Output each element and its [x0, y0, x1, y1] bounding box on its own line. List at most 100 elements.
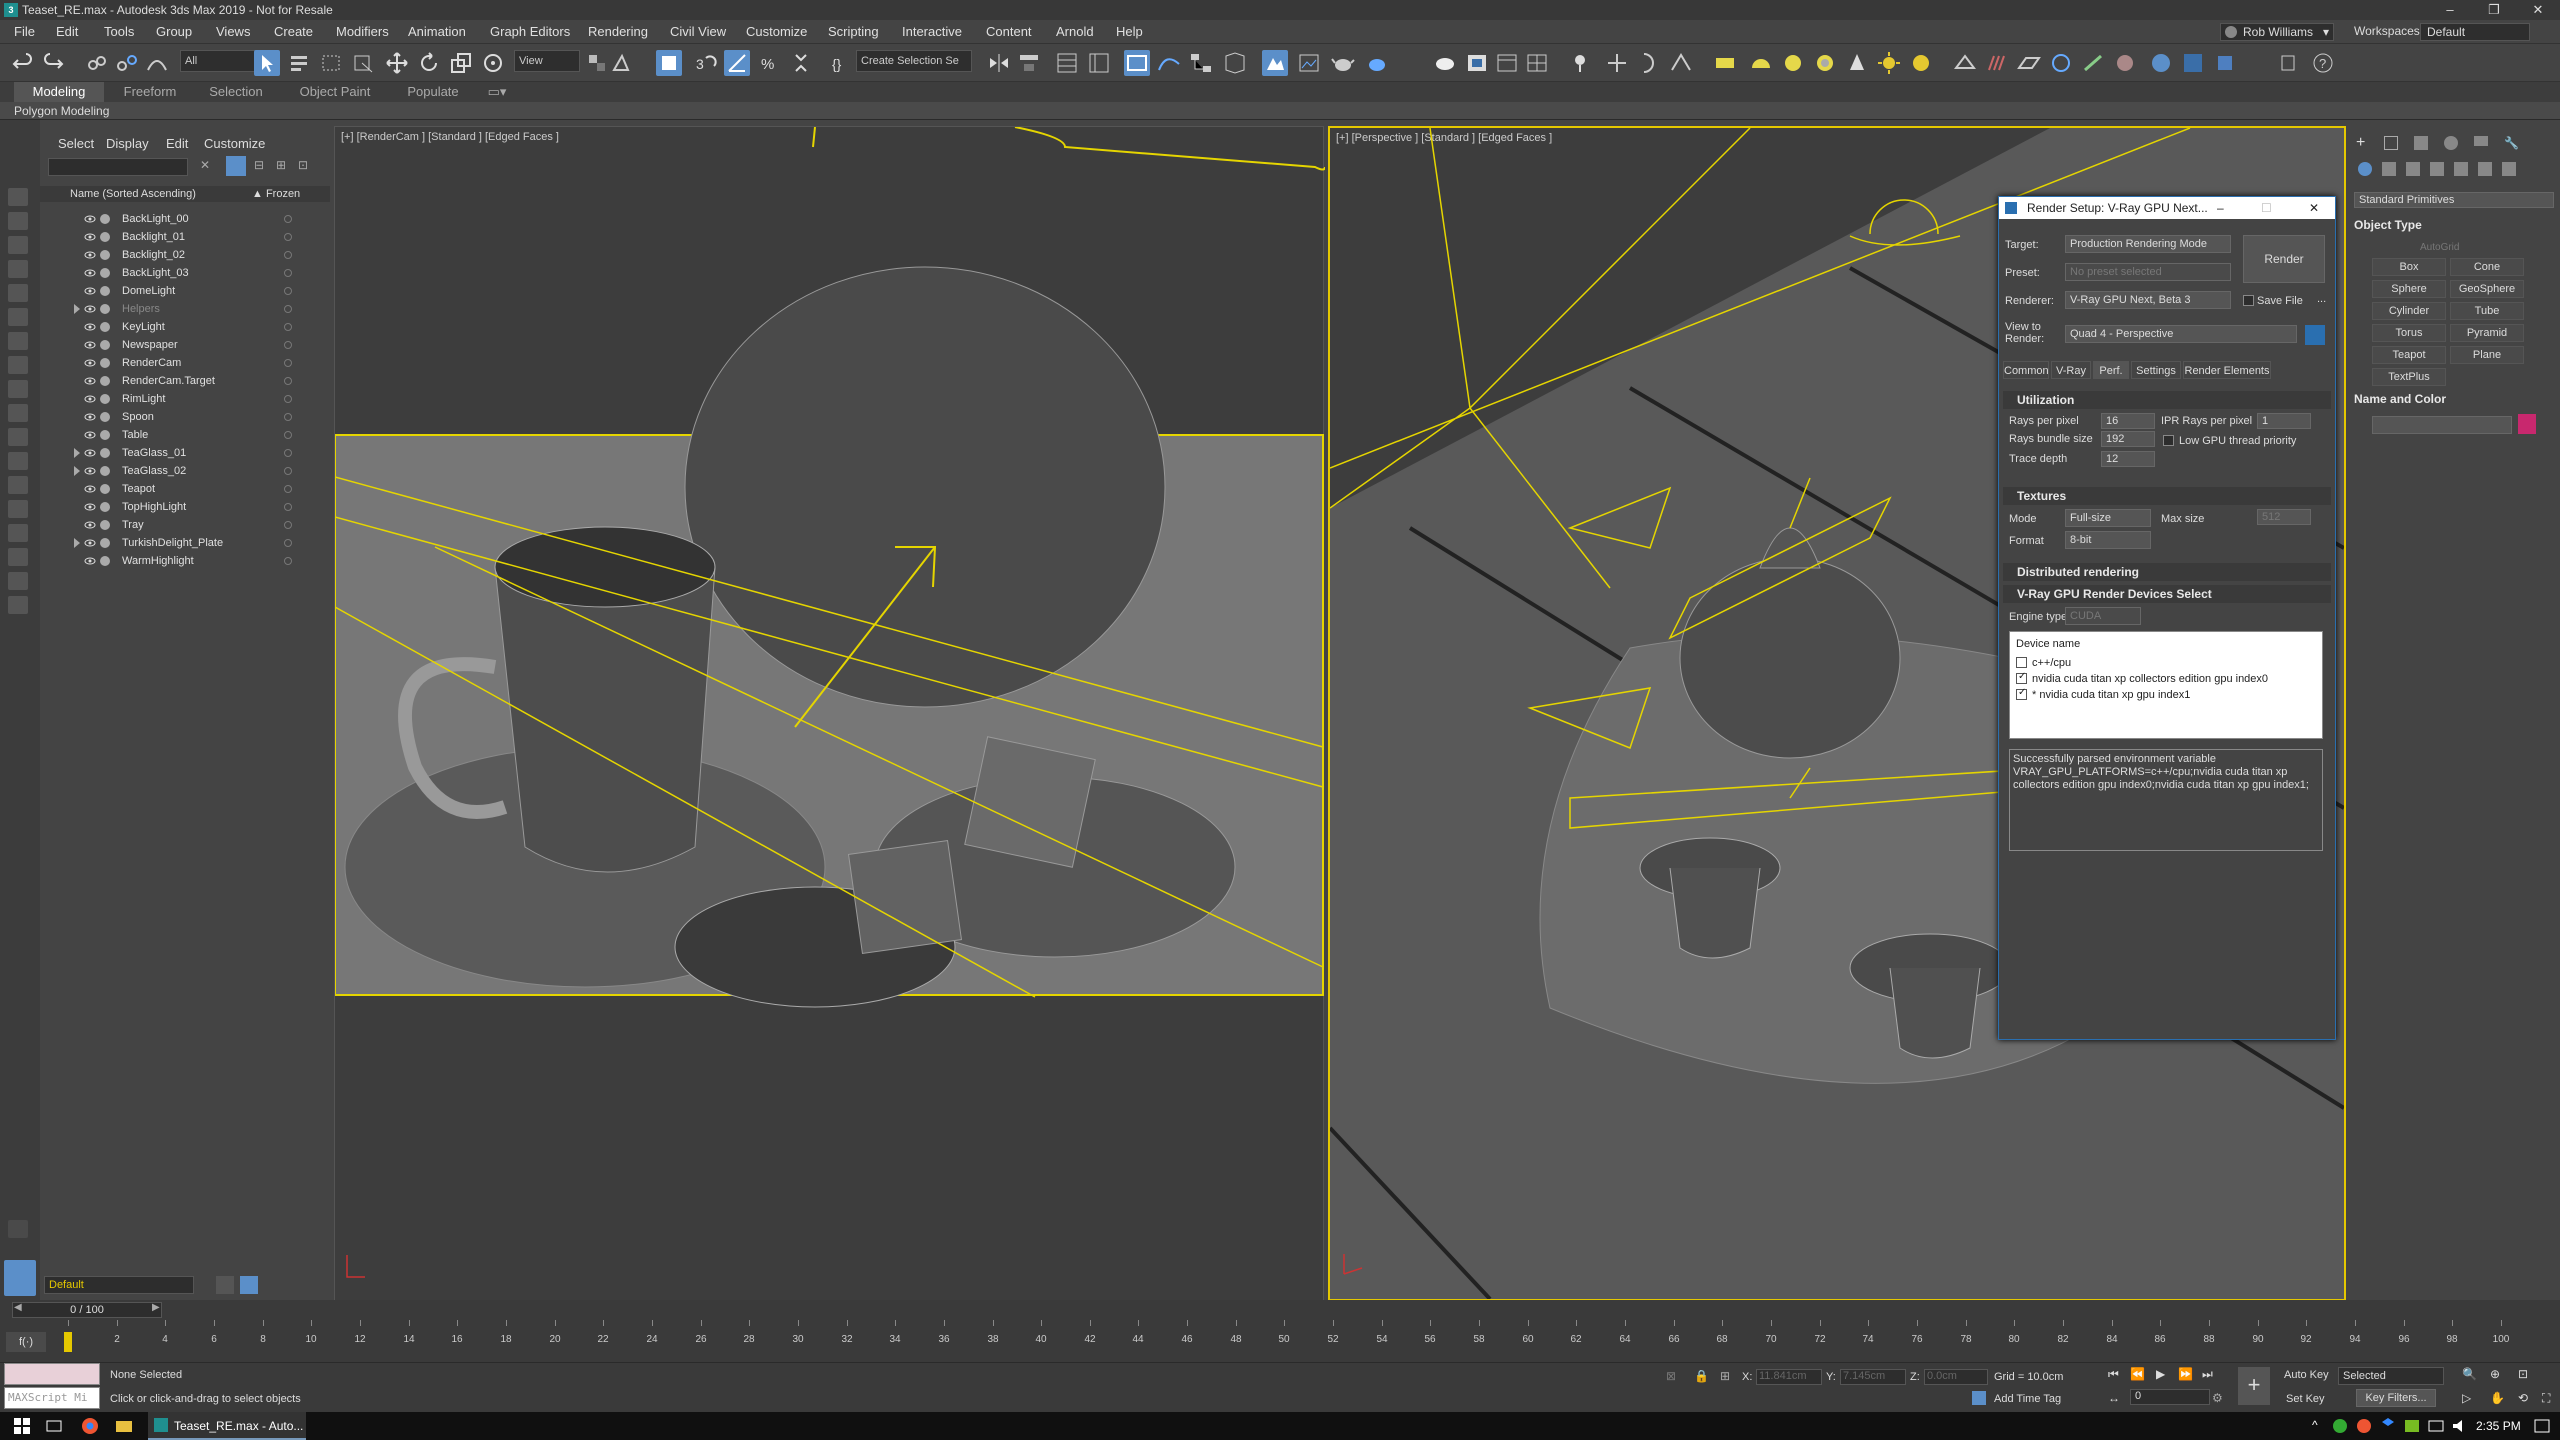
vray-render-icon[interactable]	[1464, 50, 1490, 76]
utilization-rollout[interactable]: Utilization	[2003, 391, 2331, 409]
render-production-teapot-icon[interactable]	[1330, 50, 1356, 76]
dialog-minimize-button[interactable]: –	[2217, 197, 2224, 219]
bind-space-warp-icon[interactable]	[144, 50, 170, 76]
menu-content[interactable]: Content	[986, 24, 1032, 39]
maxscript-listener-top[interactable]	[4, 1363, 100, 1385]
spinner-snap-icon[interactable]	[788, 50, 814, 76]
rendered-frame-window-icon[interactable]	[1296, 50, 1322, 76]
vray-icon-7[interactable]	[1668, 50, 1694, 76]
freeze-toggle-icon[interactable]	[284, 557, 292, 565]
menu-graph-editors[interactable]: Graph Editors	[490, 24, 570, 39]
invert-display-icon[interactable]	[8, 548, 28, 566]
geosphere-button[interactable]: GeoSphere	[2450, 280, 2524, 298]
expand-arrow-icon[interactable]	[74, 448, 80, 458]
percent-snap-icon[interactable]: %	[756, 50, 782, 76]
key-selection-dropdown[interactable]: Selected	[2338, 1367, 2444, 1385]
vray-mesh-export-icon[interactable]	[2048, 50, 2074, 76]
vray-plane-icon[interactable]	[2016, 50, 2042, 76]
visibility-eye-icon[interactable]	[84, 538, 96, 548]
lock-icon[interactable]: ⊟	[254, 158, 264, 172]
zoom-all-icon[interactable]: ⊕	[2490, 1367, 2500, 1381]
curve-editor-mini-icon[interactable]: f(·)	[6, 1332, 46, 1352]
gpu-devices-rollout[interactable]: V-Ray GPU Render Devices Select	[2003, 585, 2331, 603]
file-explorer-icon[interactable]	[114, 1416, 134, 1436]
scale-button[interactable]	[448, 50, 474, 76]
freeze-toggle-icon[interactable]	[284, 521, 292, 529]
toggle-scene-explorer-icon[interactable]	[1054, 50, 1080, 76]
move-button[interactable]	[384, 50, 410, 76]
explorer-row[interactable]: TopHighLight	[40, 498, 330, 516]
freeze-toggle-icon[interactable]	[284, 467, 292, 475]
tab-perf[interactable]: Perf.	[2093, 361, 2129, 379]
shapes-icon[interactable]	[2382, 162, 2396, 176]
explorer-row[interactable]: DomeLight	[40, 282, 330, 300]
tab-common[interactable]: Common	[2003, 361, 2049, 379]
lock-view-icon[interactable]	[2305, 325, 2325, 345]
tab-render-elements[interactable]: Render Elements	[2183, 361, 2271, 379]
add-time-tag[interactable]: Add Time Tag	[1994, 1393, 2061, 1405]
key-mode-icon[interactable]: ↔	[2108, 1391, 2120, 1405]
layer-mode-icon[interactable]: ⊡	[298, 158, 308, 172]
x-coordinate-field[interactable]: 11.841cm	[1756, 1369, 1822, 1385]
isolate-icon[interactable]: ⊠	[1666, 1369, 1676, 1383]
workspace-dropdown[interactable]: Default	[2420, 23, 2530, 41]
display-spacewarps-icon[interactable]	[8, 332, 28, 350]
explorer-tab-select[interactable]: Select	[58, 136, 94, 151]
tray-chrome-icon[interactable]	[2330, 1416, 2350, 1436]
vray-sphere-light-icon[interactable]	[1780, 50, 1806, 76]
toggle-layer-explorer-icon[interactable]	[1086, 50, 1112, 76]
previous-frame-icon[interactable]: ⏪	[2130, 1367, 2145, 1381]
create-tab-icon[interactable]: +	[2356, 134, 2365, 152]
volume-icon[interactable]	[2450, 1416, 2470, 1436]
visibility-eye-icon[interactable]	[84, 250, 96, 260]
max-size-spinner[interactable]: 512	[2257, 509, 2311, 525]
ribbon-tab-populate[interactable]: Populate	[388, 82, 478, 102]
go-to-start-icon[interactable]: ⏮	[2108, 1367, 2119, 1382]
texture-format-dropdown[interactable]: 8-bit	[2065, 531, 2151, 549]
object-type-header[interactable]: Object Type	[2354, 218, 2422, 232]
expand-arrow-icon[interactable]	[8, 1220, 28, 1238]
select-by-name-button[interactable]	[286, 50, 312, 76]
device-row[interactable]: ✓ * nvidia cuda titan xp gpu index1	[2016, 687, 2316, 702]
display-containers-icon[interactable]	[8, 428, 28, 446]
dialog-title-bar[interactable]: Render Setup: V-Ray GPU Next... – ☐ ✕	[1999, 197, 2335, 219]
set-keys-button[interactable]: +	[2238, 1367, 2270, 1405]
ipr-rays-spinner[interactable]: 1	[2257, 413, 2311, 429]
restore-button[interactable]: ❐	[2472, 0, 2516, 20]
device-log[interactable]: Successfully parsed environment variable…	[2009, 749, 2323, 851]
minimize-button[interactable]: –	[2428, 0, 2472, 20]
box-button[interactable]: Box	[2372, 258, 2446, 276]
preset-dropdown[interactable]: No preset selected	[2065, 263, 2231, 281]
freeze-toggle-icon[interactable]	[284, 539, 292, 547]
ribbon-tab-freeform[interactable]: Freeform	[110, 82, 190, 102]
explorer-search-input[interactable]	[48, 158, 188, 176]
freeze-toggle-icon[interactable]	[284, 215, 292, 223]
tray-app-icon[interactable]	[2354, 1416, 2374, 1436]
vray-frame-buffer-icon[interactable]	[1432, 50, 1458, 76]
visibility-eye-icon[interactable]	[84, 394, 96, 404]
freeze-toggle-icon[interactable]	[284, 503, 292, 511]
mirror-icon[interactable]	[986, 50, 1012, 76]
device-checkbox[interactable]: ✓	[2016, 671, 2027, 684]
render-iterative-icon[interactable]	[1364, 50, 1390, 76]
ribbon-tab-selection[interactable]: Selection	[196, 82, 276, 102]
visibility-eye-icon[interactable]	[84, 358, 96, 368]
geometry-icon[interactable]	[2358, 162, 2372, 176]
plane-button[interactable]: Plane	[2450, 346, 2524, 364]
explorer-tab-customize[interactable]: Customize	[204, 136, 265, 151]
motion-tab-icon[interactable]	[2444, 136, 2458, 150]
display-helpers-icon[interactable]	[8, 308, 28, 326]
expand-arrow-icon[interactable]	[74, 304, 80, 314]
visibility-eye-icon[interactable]	[84, 520, 96, 530]
distributed-rendering-rollout[interactable]: Distributed rendering	[2003, 563, 2331, 581]
explorer-row[interactable]: TurkishDelight_Plate	[40, 534, 330, 552]
vray-toolbar-icon-2[interactable]	[1494, 50, 1520, 76]
clear-search-icon[interactable]: ✕	[200, 158, 210, 172]
texture-mode-dropdown[interactable]: Full-size	[2065, 509, 2151, 527]
angle-snap-button[interactable]	[724, 50, 750, 76]
menu-animation[interactable]: Animation	[408, 24, 466, 39]
menu-interactive[interactable]: Interactive	[902, 24, 962, 39]
tray-expand-icon[interactable]: ^	[2312, 1418, 2318, 1432]
vray-spot-light-icon[interactable]	[1844, 50, 1870, 76]
named-selection-set-dropdown[interactable]: Create Selection Se	[856, 50, 972, 72]
